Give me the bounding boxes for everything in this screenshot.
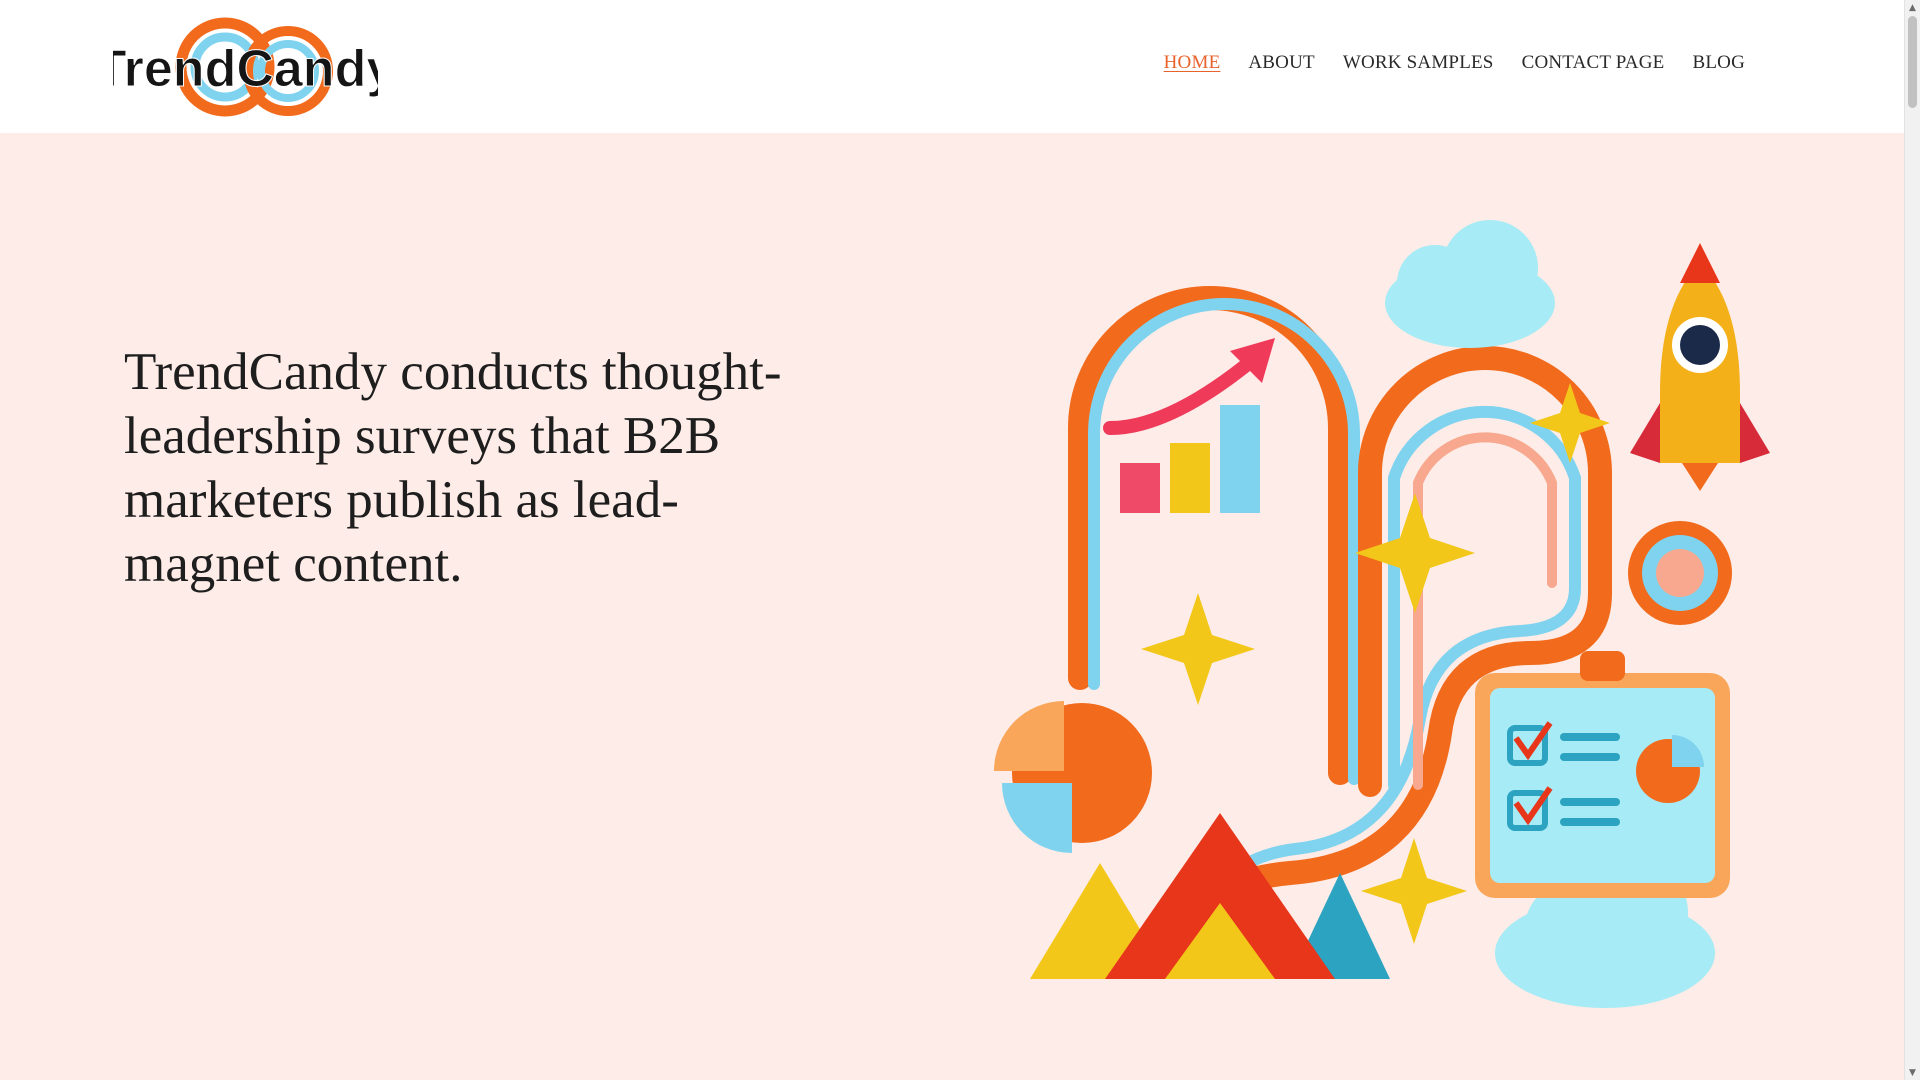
scroll-down-arrow-icon[interactable]: ▼ <box>1905 1065 1920 1080</box>
trendcandy-logo[interactable]: TrendCandy <box>113 14 378 120</box>
scroll-up-arrow-icon[interactable]: ▲ <box>1905 0 1920 15</box>
nav-work-samples[interactable]: WORK SAMPLES <box>1343 52 1494 74</box>
bar-chart-icon <box>1103 338 1275 513</box>
target-icon <box>1628 521 1732 625</box>
hero-illustration <box>994 220 1770 1008</box>
scrollbar-thumb[interactable] <box>1908 16 1917 108</box>
site-header: TrendCandy HOME ABOUT WORK SAMPLES CONTA… <box>0 0 1905 133</box>
nav-about[interactable]: ABOUT <box>1248 52 1314 74</box>
rocket-icon <box>1630 243 1770 491</box>
nav-contact-page[interactable]: CONTACT PAGE <box>1522 52 1665 74</box>
nav-home[interactable]: HOME <box>1164 52 1221 74</box>
hero-section: TrendCandy conducts thought-leadership s… <box>0 133 1905 1080</box>
logo-wordmark: TrendCandy <box>113 40 378 98</box>
vertical-scrollbar[interactable]: ▲ ▼ <box>1904 0 1920 1080</box>
nav-blog[interactable]: BLOG <box>1692 52 1745 74</box>
main-navigation: HOME ABOUT WORK SAMPLES CONTACT PAGE BLO… <box>1164 52 1745 74</box>
pie-chart-icon <box>994 701 1152 853</box>
clipboard-checklist-icon <box>1475 651 1730 898</box>
hero-headline: TrendCandy conducts thought-leadership s… <box>124 343 782 593</box>
